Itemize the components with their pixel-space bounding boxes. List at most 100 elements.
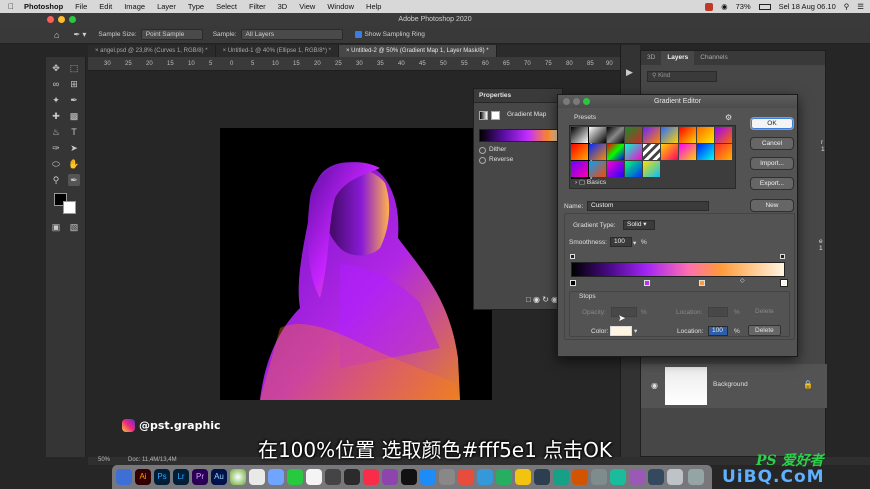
tab-3d[interactable]: 3D [641,51,661,65]
presets-grid[interactable]: › ▢ Basics [569,125,736,189]
quick-select-tool-icon[interactable]: ✦ [50,94,62,106]
paint-bucket-tool-icon[interactable]: ♨ [50,126,62,138]
music-icon[interactable] [363,469,379,485]
menu-file[interactable]: File [75,2,87,11]
healing-tool-icon[interactable]: ✚ [50,110,62,122]
marquee-tool-icon[interactable]: ⬚ [68,62,80,74]
app-icon[interactable] [344,469,360,485]
background-color-swatch[interactable] [63,201,76,214]
screen-mode-icon[interactable]: ▧ [68,221,80,233]
presets-gear-icon[interactable]: ⚙ [725,113,732,122]
menu-filter[interactable]: Filter [249,2,266,11]
type-tool-icon[interactable]: T [68,126,80,138]
app-icon[interactable] [534,469,550,485]
app-store-icon[interactable] [420,469,436,485]
import-button[interactable]: Import... [750,157,794,170]
pen-tool-icon[interactable]: ✑ [50,142,62,154]
apple-icon[interactable]:  [8,2,14,11]
layer-name-partial[interactable]: r 1 [821,139,825,153]
color-stop[interactable] [570,280,576,286]
eye-icon[interactable]: ◉ [651,381,658,390]
smoothness-field[interactable]: 100 [610,237,632,247]
reverse-checkbox[interactable] [479,157,486,164]
hand-tool-icon[interactable]: ✋ [68,158,80,170]
menu-help[interactable]: Help [366,2,381,11]
illustrator-icon[interactable]: Ai [135,469,151,485]
delete-button[interactable]: Delete [748,325,781,336]
color-stop-selected[interactable] [781,280,787,286]
finder-icon[interactable] [116,469,132,485]
tv-icon[interactable] [401,469,417,485]
app-icon[interactable] [572,469,588,485]
clip-to-layer-icon[interactable]: □ ◉ ↻ ◉ [526,295,558,304]
sample-select[interactable]: All Layers [240,29,343,40]
preset-swatches[interactable] [571,127,734,179]
sample-size-select[interactable]: Point Sample [140,29,203,40]
messages-icon[interactable] [287,469,303,485]
podcasts-icon[interactable] [382,469,398,485]
export-button[interactable]: Export... [750,177,794,190]
opacity-stop-left[interactable] [570,254,575,259]
basics-folder[interactable]: › ▢ Basics [575,178,606,186]
tab-angel[interactable]: × angel.psd @ 23,8% (Curves 1, RGB/8) * [88,45,216,57]
zoom-window-button[interactable] [69,16,76,23]
tab-untitled-2[interactable]: × Untitled-2 @ 50% (Gradient Map 1, Laye… [338,45,497,57]
app-icon[interactable] [629,469,645,485]
photos-icon[interactable] [306,469,322,485]
app-icon[interactable] [496,469,512,485]
ok-button[interactable]: OK [750,117,794,130]
app-icon[interactable] [591,469,607,485]
tab-channels[interactable]: Channels [694,51,733,65]
app-icon[interactable] [458,469,474,485]
menu-app-name[interactable]: Photoshop [24,2,63,11]
menu-window[interactable]: Window [327,2,354,11]
brush-tool-icon[interactable]: ✒ [68,94,80,106]
path-select-tool-icon[interactable]: ➤ [68,142,80,154]
crop-tool-icon[interactable]: ⊞ [68,78,80,90]
color-stop[interactable] [644,280,650,286]
name-field[interactable]: Custom [587,201,709,211]
new-button[interactable]: New [750,199,794,212]
minimize-window-button[interactable] [58,16,65,23]
mail-icon[interactable] [268,469,284,485]
record-icon[interactable] [705,2,714,11]
quick-mask-icon[interactable]: ▣ [50,221,62,233]
dialog-close-button[interactable] [563,98,570,105]
document-canvas[interactable] [220,128,492,400]
mask-icon[interactable] [491,111,500,120]
search-icon[interactable]: ⚲ [844,2,850,11]
chrome-icon[interactable] [230,469,246,485]
menu-layer[interactable]: Layer [157,2,176,11]
show-ring-checkbox[interactable] [354,31,362,38]
app-icon[interactable] [477,469,493,485]
color-stop[interactable] [699,280,705,286]
tab-layers[interactable]: Layers [661,51,695,65]
menu-select[interactable]: Select [216,2,237,11]
dialog-zoom-button[interactable] [583,98,590,105]
move-tool-icon[interactable]: ✥ [50,62,62,74]
home-icon[interactable]: ⌂ [54,30,59,40]
safari-icon[interactable] [249,469,265,485]
trash-icon[interactable] [688,469,704,485]
midpoint-diamond[interactable]: ◇ [740,277,745,284]
menu-type[interactable]: Type [188,2,204,11]
photoshop-icon[interactable]: Ps [154,469,170,485]
layer-name-partial[interactable]: e 1 [819,238,825,252]
wifi-icon[interactable]: ◉ [721,2,728,11]
gradient-type-select[interactable]: Solid ▾ [623,220,655,230]
menu-3d[interactable]: 3D [278,2,288,11]
lasso-tool-icon[interactable]: ∞ [50,78,62,90]
downloads-icon[interactable] [667,469,683,485]
app-icon[interactable] [325,469,341,485]
audition-icon[interactable]: Au [211,469,227,485]
system-preferences-icon[interactable] [439,469,455,485]
location-field[interactable]: 100 [708,326,728,336]
ellipse-tool-icon[interactable]: ⬭ [50,158,62,170]
app-icon[interactable] [648,469,664,485]
app-icon[interactable] [553,469,569,485]
close-window-button[interactable] [47,16,54,23]
layer-filter-kind[interactable]: ⚲ Kind [647,71,717,82]
menu-edit[interactable]: Edit [99,2,112,11]
gradient-ramp[interactable] [571,262,785,277]
menu-view[interactable]: View [299,2,315,11]
